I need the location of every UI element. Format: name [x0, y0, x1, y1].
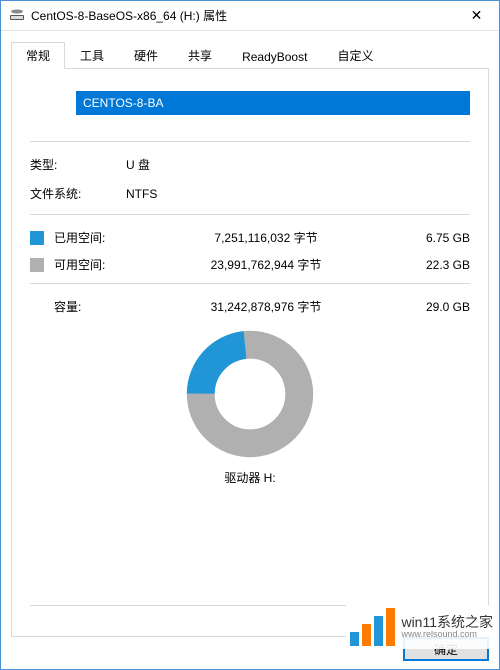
drive-icon: [9, 8, 25, 24]
tab-general[interactable]: 常规: [11, 42, 65, 69]
filesystem-row: 文件系统: NTFS: [30, 185, 470, 202]
tab-sharing[interactable]: 共享: [173, 42, 227, 69]
separator: [30, 141, 470, 142]
volume-label-input[interactable]: [76, 91, 470, 115]
tab-panel-general: 类型: U 盘 文件系统: NTFS 已用空间: 7,251,116,032 字…: [11, 69, 489, 637]
tab-hardware[interactable]: 硬件: [119, 42, 173, 69]
usage-chart: 驱动器 H:: [30, 329, 470, 486]
free-label: 可用空间:: [54, 256, 126, 273]
used-swatch-icon: [30, 231, 44, 245]
capacity-row: 容量: 31,242,878,976 字节 29.0 GB: [30, 298, 470, 315]
capacity-gb: 29.0 GB: [406, 300, 470, 314]
separator: [30, 214, 470, 215]
used-label: 已用空间:: [54, 229, 126, 246]
tab-customize[interactable]: 自定义: [322, 42, 388, 69]
tab-strip: 常规 工具 硬件 共享 ReadyBoost 自定义: [11, 45, 489, 69]
separator: [30, 605, 470, 606]
window-title: CentOS-8-BaseOS-x86_64 (H:) 属性: [31, 7, 454, 24]
dialog-buttons: 确定: [1, 637, 499, 661]
type-row: 类型: U 盘: [30, 156, 470, 173]
close-icon: ✕: [471, 7, 483, 24]
drive-caption: 驱动器 H:: [224, 469, 275, 486]
donut-icon: [185, 329, 315, 459]
content-area: 常规 工具 硬件 共享 ReadyBoost 自定义 类型: U 盘 文件系统:…: [1, 31, 499, 637]
tab-readyboost[interactable]: ReadyBoost: [227, 45, 322, 69]
tab-tools[interactable]: 工具: [65, 42, 119, 69]
ok-button[interactable]: 确定: [403, 637, 489, 661]
free-space-row: 可用空间: 23,991,762,944 字节 22.3 GB: [30, 256, 470, 273]
used-space-row: 已用空间: 7,251,116,032 字节 6.75 GB: [30, 229, 470, 246]
volume-label-row: [30, 87, 470, 119]
filesystem-value: NTFS: [126, 187, 157, 201]
free-swatch-icon: [30, 258, 44, 272]
used-bytes: 7,251,116,032 字节: [126, 229, 406, 246]
properties-dialog: CentOS-8-BaseOS-x86_64 (H:) 属性 ✕ 常规 工具 硬…: [0, 0, 500, 670]
capacity-bytes: 31,242,878,976 字节: [126, 298, 406, 315]
capacity-label: 容量:: [30, 298, 126, 315]
separator: [30, 283, 470, 284]
free-bytes: 23,991,762,944 字节: [126, 256, 406, 273]
free-gb: 22.3 GB: [406, 258, 470, 272]
type-value: U 盘: [126, 156, 150, 173]
info-grid: 类型: U 盘 文件系统: NTFS: [30, 156, 470, 202]
used-gb: 6.75 GB: [406, 231, 470, 245]
titlebar: CentOS-8-BaseOS-x86_64 (H:) 属性 ✕: [1, 1, 499, 31]
close-button[interactable]: ✕: [454, 1, 499, 30]
type-label: 类型:: [30, 156, 126, 173]
filesystem-label: 文件系统:: [30, 185, 126, 202]
